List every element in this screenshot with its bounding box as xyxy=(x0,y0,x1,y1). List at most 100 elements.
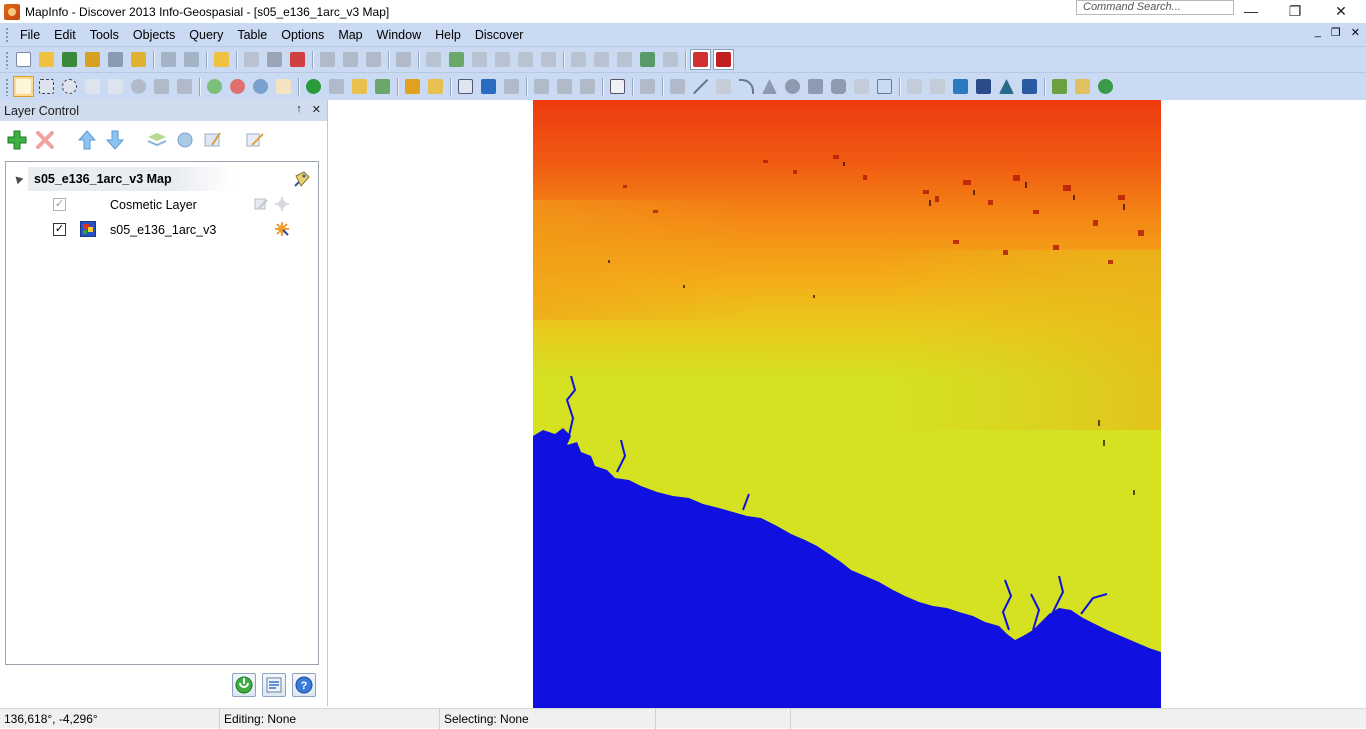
symbol-tool-icon[interactable] xyxy=(667,76,688,97)
mapinfo-app-icon[interactable] xyxy=(4,3,20,20)
redistricter-icon[interactable] xyxy=(515,49,536,70)
discover-data-icon[interactable] xyxy=(1049,76,1070,97)
new-grapher-icon[interactable] xyxy=(469,49,490,70)
print-preview-icon[interactable] xyxy=(241,49,262,70)
visibility-checkbox[interactable]: ✓ xyxy=(53,223,66,236)
map-window[interactable] xyxy=(329,100,1366,708)
change-view-icon[interactable] xyxy=(250,76,271,97)
tool-manager-icon[interactable] xyxy=(568,49,589,70)
polygon-tool-icon[interactable] xyxy=(759,76,780,97)
menu-edit[interactable]: Edit xyxy=(47,24,83,46)
map-node[interactable]: s05_e136_1arc_v3 Map xyxy=(6,165,318,191)
auto-label-icon[interactable] xyxy=(274,221,290,237)
apply-button-icon[interactable] xyxy=(232,673,256,697)
reshape-node-icon[interactable] xyxy=(904,76,925,97)
layer-control-icon[interactable] xyxy=(402,76,423,97)
reshape-icon[interactable] xyxy=(554,76,575,97)
select-arrow-icon[interactable] xyxy=(13,76,34,97)
layer-tools-icon[interactable] xyxy=(591,49,612,70)
unselect-all-icon[interactable] xyxy=(128,76,149,97)
clone-map-icon[interactable] xyxy=(690,49,711,70)
region-style-icon[interactable] xyxy=(637,76,658,97)
open-web-service-icon[interactable] xyxy=(105,49,126,70)
catalog-icon[interactable] xyxy=(637,49,658,70)
rounded-rectangle-tool-icon[interactable] xyxy=(828,76,849,97)
discover-browse-icon[interactable] xyxy=(1072,76,1093,97)
collapse-arrow-icon[interactable] xyxy=(12,173,24,185)
drag-map-window-icon[interactable] xyxy=(372,76,393,97)
info-window-icon[interactable] xyxy=(607,76,628,97)
mdi-minimize-button[interactable]: _ xyxy=(1315,26,1321,39)
move-layer-down-icon[interactable] xyxy=(103,128,127,152)
open-dbms-icon[interactable] xyxy=(82,49,103,70)
zoom-out-icon[interactable] xyxy=(227,76,248,97)
remove-layer-icon[interactable] xyxy=(33,128,57,152)
visibility-checkbox[interactable]: ✓ xyxy=(53,198,66,211)
toolbar-grip[interactable] xyxy=(5,50,9,69)
new-browser-icon[interactable] xyxy=(423,49,444,70)
layer-row-raster[interactable]: ✓ s05_e136_1arc_v3 xyxy=(6,219,318,241)
layer-properties-icon[interactable] xyxy=(145,128,169,152)
marquee-select-icon[interactable] xyxy=(36,76,57,97)
arc-tool-icon[interactable] xyxy=(736,76,757,97)
add-node-tool-icon[interactable] xyxy=(927,76,948,97)
open-project-icon[interactable] xyxy=(211,49,232,70)
save-as-icon[interactable] xyxy=(181,49,202,70)
show-legend-icon[interactable] xyxy=(455,76,476,97)
graph-select-icon[interactable] xyxy=(174,76,195,97)
move-layer-up-icon[interactable] xyxy=(75,128,99,152)
polyline-tool-icon[interactable] xyxy=(713,76,734,97)
new-layout-icon[interactable] xyxy=(492,49,513,70)
copy-icon[interactable] xyxy=(340,49,361,70)
digitize-icon[interactable] xyxy=(950,76,971,97)
pin-panel-button[interactable]: ↑ xyxy=(296,103,302,116)
frame-tool-icon[interactable] xyxy=(874,76,895,97)
menu-grip[interactable] xyxy=(5,26,9,43)
print-icon[interactable] xyxy=(264,49,285,70)
auto-label-icon[interactable] xyxy=(274,196,290,212)
editable-pencil-icon[interactable] xyxy=(253,196,269,212)
mdi-restore-button[interactable]: ❐ xyxy=(1331,26,1341,39)
message-window-icon[interactable] xyxy=(538,49,559,70)
cut-icon[interactable] xyxy=(317,49,338,70)
help-icon[interactable]: ? xyxy=(292,673,316,697)
export-pdf-icon[interactable] xyxy=(287,49,308,70)
open-workspace-icon[interactable] xyxy=(59,49,80,70)
minimize-button[interactable]: — xyxy=(1228,0,1274,22)
save-icon[interactable] xyxy=(158,49,179,70)
elevation-raster[interactable] xyxy=(533,100,1161,708)
new-table-icon[interactable] xyxy=(13,49,34,70)
paste-icon[interactable] xyxy=(363,49,384,70)
info-tool-icon[interactable] xyxy=(303,76,324,97)
undo-icon[interactable] xyxy=(393,49,414,70)
hotlink-icon[interactable] xyxy=(326,76,347,97)
zoom-in-icon[interactable] xyxy=(204,76,225,97)
statistics-icon[interactable] xyxy=(478,76,499,97)
layer-control-options-icon[interactable] xyxy=(262,673,286,697)
menu-table[interactable]: Table xyxy=(230,24,274,46)
command-search-input[interactable]: Command Search... xyxy=(1076,0,1234,15)
ruler-icon[interactable] xyxy=(425,76,446,97)
annotation-tool-icon[interactable] xyxy=(1019,76,1040,97)
menu-file[interactable]: File xyxy=(13,24,47,46)
layer-row-cosmetic[interactable]: ✓ Cosmetic Layer xyxy=(6,194,318,216)
label-properties-icon[interactable] xyxy=(201,128,225,152)
ellipse-tool-icon[interactable] xyxy=(782,76,803,97)
menu-map[interactable]: Map xyxy=(331,24,369,46)
mdi-close-button[interactable]: ✕ xyxy=(1351,26,1360,39)
label-tool-icon[interactable] xyxy=(349,76,370,97)
new-mapper-icon[interactable] xyxy=(446,49,467,70)
boundary-select-icon[interactable] xyxy=(105,76,126,97)
polygon-select-icon[interactable] xyxy=(82,76,103,97)
add-layer-icon[interactable] xyxy=(5,128,29,152)
thematic-map-icon[interactable] xyxy=(243,128,267,152)
terrain-tool-icon[interactable] xyxy=(996,76,1017,97)
toolbar-grip[interactable] xyxy=(5,77,9,96)
invert-selection-icon[interactable] xyxy=(151,76,172,97)
open-universal-icon[interactable] xyxy=(128,49,149,70)
text-tool-icon[interactable] xyxy=(851,76,872,97)
add-node-icon[interactable] xyxy=(577,76,598,97)
display-properties-icon[interactable] xyxy=(173,128,197,152)
clear-target-icon[interactable] xyxy=(531,76,552,97)
close-button[interactable]: ✕ xyxy=(1318,0,1364,22)
